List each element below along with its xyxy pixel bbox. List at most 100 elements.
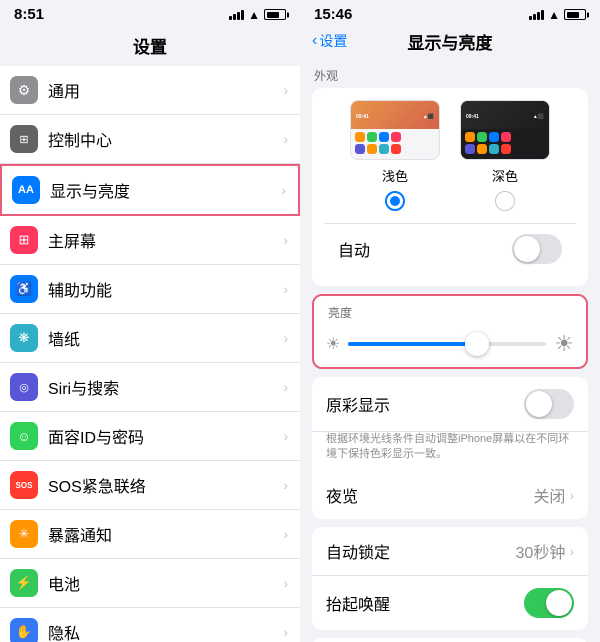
brightness-section-label: 亮度 xyxy=(314,296,586,325)
right-content: 外观 09:41 ▲⬛ xyxy=(300,57,600,642)
auto-appearance-row[interactable]: 自动 xyxy=(324,223,576,274)
general-chevron: › xyxy=(283,82,288,98)
wallpaper-chevron: › xyxy=(283,330,288,346)
true-tone-toggle[interactable] xyxy=(524,389,574,419)
settings-item-faceid[interactable]: ☺ 面容ID与密码 › xyxy=(0,412,300,461)
night-shift-label: 夜览 xyxy=(326,483,533,507)
battery-icon xyxy=(264,9,286,20)
true-tone-row[interactable]: 原彩显示 xyxy=(312,377,588,432)
text-size-row[interactable]: 文字大小 › xyxy=(312,638,588,642)
sos-chevron: › xyxy=(283,477,288,493)
settings-item-accessibility[interactable]: ♿ 辅助功能 › xyxy=(0,265,300,314)
raise-to-wake-toggle[interactable] xyxy=(524,588,574,618)
right-navigation: ‹ 设置 显示与亮度 xyxy=(300,27,600,57)
right-status-bar: 15:46 ▲ xyxy=(300,0,600,27)
brightness-section: 亮度 ☀ ☀ xyxy=(312,294,588,369)
lock-wake-card: 自动锁定 30秒钟 › 抬起唤醒 xyxy=(312,527,588,630)
home-screen-icon: ⊞ xyxy=(10,226,38,254)
brightness-slider-row: ☀ ☀ xyxy=(314,325,586,367)
privacy-chevron: › xyxy=(283,624,288,640)
appearance-section-label: 外观 xyxy=(300,57,600,88)
auto-appearance-toggle[interactable] xyxy=(512,234,562,264)
faceid-chevron: › xyxy=(283,428,288,444)
home-screen-label: 主屏幕 xyxy=(48,228,279,252)
control-center-chevron: › xyxy=(283,131,288,147)
exposure-chevron: › xyxy=(283,526,288,542)
battery-chevron: › xyxy=(283,575,288,591)
wallpaper-icon: ❋ xyxy=(10,324,38,352)
display-label: 显示与亮度 xyxy=(50,178,277,202)
wallpaper-label: 墙纸 xyxy=(48,326,279,350)
settings-item-general[interactable]: ⚙ 通用 › xyxy=(0,66,300,115)
left-panel: 8:51 ▲ 设置 ⚙ 通用 › ⊞ xyxy=(0,0,300,642)
settings-item-display[interactable]: AA 显示与亮度 › xyxy=(0,164,300,216)
wifi-icon: ▲ xyxy=(248,8,260,22)
settings-item-wallpaper[interactable]: ❋ 墙纸 › xyxy=(0,314,300,363)
dark-mode-label: 深色 xyxy=(492,166,518,185)
raise-to-wake-row[interactable]: 抬起唤醒 xyxy=(312,576,588,630)
battery-label: 电池 xyxy=(48,571,279,595)
home-screen-chevron: › xyxy=(283,232,288,248)
right-panel: 15:46 ▲ ‹ 设置 显示与亮度 外观 xyxy=(300,0,600,642)
left-status-icons: ▲ xyxy=(229,8,286,22)
night-shift-row[interactable]: 夜览 关闭 › xyxy=(312,471,588,519)
true-tone-label: 原彩显示 xyxy=(326,392,524,416)
siri-label: Siri与搜索 xyxy=(48,375,279,399)
sos-icon: SOS xyxy=(10,471,38,499)
exposure-label: 暴露通知 xyxy=(48,522,279,546)
appearance-options: 09:41 ▲⬛ xyxy=(324,100,576,211)
light-mode-option[interactable]: 09:41 ▲⬛ xyxy=(350,100,440,211)
back-label: 设置 xyxy=(319,31,347,51)
right-status-icons: ▲ xyxy=(529,8,586,22)
true-tone-card: 原彩显示 根据环境光线条件自动调整iPhone屏幕以在不同环境下保持色彩显示一致… xyxy=(312,377,588,519)
settings-item-privacy[interactable]: ✋ 隐私 › xyxy=(0,608,300,642)
display-icon: AA xyxy=(12,176,40,204)
settings-item-battery[interactable]: ⚡ 电池 › xyxy=(0,559,300,608)
brightness-sun-small-icon: ☀ xyxy=(326,334,340,354)
auto-lock-value: 30秒钟 xyxy=(516,539,566,563)
siri-chevron: › xyxy=(283,379,288,395)
light-mode-preview: 09:41 ▲⬛ xyxy=(350,100,440,160)
privacy-icon: ✋ xyxy=(10,618,38,642)
dark-mode-option[interactable]: 09:41 ▲⬛ xyxy=(460,100,550,211)
faceid-label: 面容ID与密码 xyxy=(48,424,279,448)
siri-icon: ◎ xyxy=(10,373,38,401)
settings-list: ⚙ 通用 › ⊞ 控制中心 › AA 显示与亮度 › ⊞ 主屏幕 xyxy=(0,66,300,642)
text-card: 文字大小 › 粗体文本 xyxy=(312,638,588,642)
brightness-sun-large-icon: ☀ xyxy=(554,331,574,357)
settings-item-sos[interactable]: SOS SOS紧急联络 › xyxy=(0,461,300,510)
left-status-bar: 8:51 ▲ xyxy=(0,0,300,27)
dark-mode-radio[interactable] xyxy=(495,191,515,211)
auto-lock-chevron: › xyxy=(569,543,574,559)
control-center-label: 控制中心 xyxy=(48,127,279,151)
privacy-label: 隐私 xyxy=(48,620,279,642)
back-chevron-icon: ‹ xyxy=(312,32,317,50)
accessibility-chevron: › xyxy=(283,281,288,297)
right-wifi-icon: ▲ xyxy=(548,8,560,22)
left-status-time: 8:51 xyxy=(14,6,44,23)
dark-mode-preview: 09:41 ▲⬛ xyxy=(460,100,550,160)
true-tone-subtext: 根据环境光线条件自动调整iPhone屏幕以在不同环境下保持色彩显示一致。 xyxy=(312,432,588,471)
back-button[interactable]: ‹ 设置 xyxy=(312,31,347,51)
control-center-icon: ⊞ xyxy=(10,125,38,153)
left-page-title: 设置 xyxy=(0,27,300,66)
auto-appearance-label: 自动 xyxy=(338,237,512,261)
accessibility-icon: ♿ xyxy=(10,275,38,303)
settings-item-siri[interactable]: ◎ Siri与搜索 › xyxy=(0,363,300,412)
signal-icon xyxy=(229,10,244,20)
general-label: 通用 xyxy=(48,78,279,102)
raise-to-wake-label: 抬起唤醒 xyxy=(326,591,524,615)
faceid-icon: ☺ xyxy=(10,422,38,450)
brightness-slider[interactable] xyxy=(348,342,546,346)
accessibility-label: 辅助功能 xyxy=(48,277,279,301)
light-mode-radio[interactable] xyxy=(385,191,405,211)
settings-item-home-screen[interactable]: ⊞ 主屏幕 › xyxy=(0,216,300,265)
settings-item-exposure[interactable]: ✳ 暴露通知 › xyxy=(0,510,300,559)
general-icon: ⚙ xyxy=(10,76,38,104)
auto-lock-row[interactable]: 自动锁定 30秒钟 › xyxy=(312,527,588,576)
settings-item-control-center[interactable]: ⊞ 控制中心 › xyxy=(0,115,300,164)
right-status-time: 15:46 xyxy=(314,6,352,23)
battery-settings-icon: ⚡ xyxy=(10,569,38,597)
display-chevron: › xyxy=(281,182,286,198)
right-page-title: 显示与亮度 xyxy=(408,29,493,54)
